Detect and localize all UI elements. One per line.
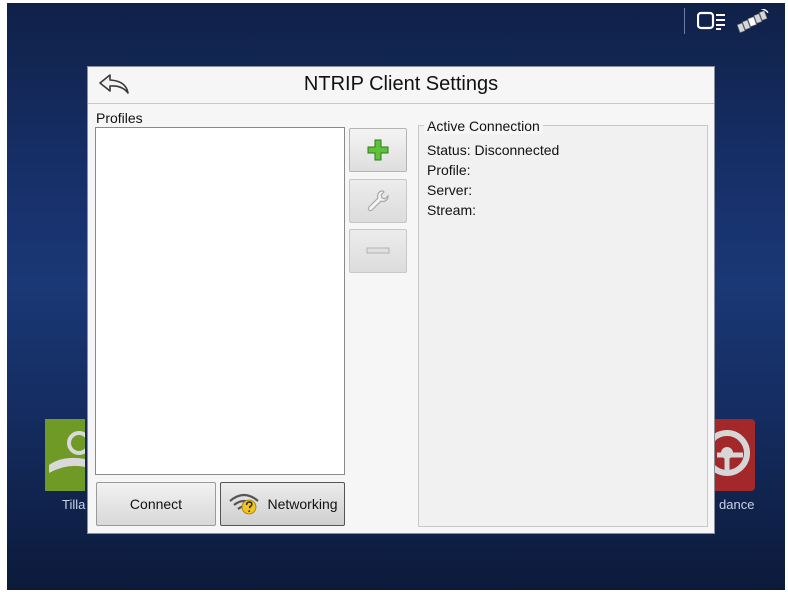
connection-server: Server:: [427, 182, 473, 198]
ntrip-settings-dialog: NTRIP Client Settings Profiles Active Co…: [87, 66, 715, 534]
connection-status: Status: Disconnected: [427, 142, 560, 158]
connect-button[interactable]: Connect: [96, 482, 216, 526]
guidance-app-tile[interactable]: [704, 419, 755, 491]
guidance-app-label: dance: [719, 497, 755, 512]
satellite-icon[interactable]: [735, 9, 773, 33]
remove-profile-button[interactable]: [349, 229, 407, 273]
display-icon[interactable]: [697, 10, 727, 32]
connect-button-label: Connect: [129, 496, 183, 512]
steering-wheel-icon: [704, 430, 750, 476]
status-divider: [684, 8, 685, 34]
profiles-label: Profiles: [96, 110, 143, 126]
tillage-app-tile[interactable]: [45, 419, 91, 491]
active-connection-legend: Active Connection: [424, 118, 543, 134]
tillage-icon: [49, 431, 91, 473]
profiles-list[interactable]: [95, 127, 345, 475]
tillage-app-label: Tilla: [62, 497, 86, 512]
add-profile-button[interactable]: [349, 128, 407, 172]
status-bar: [684, 8, 773, 34]
connection-profile: Profile:: [427, 162, 471, 178]
wrench-icon: [367, 190, 389, 212]
networking-button[interactable]: Networking: [220, 482, 345, 526]
wifi-question-icon: [229, 493, 260, 515]
minus-icon: [366, 247, 390, 254]
dialog-title: NTRIP Client Settings: [303, 73, 499, 95]
add-icon: [367, 139, 389, 161]
dialog-title-bar: NTRIP Client Settings: [88, 67, 714, 104]
networking-button-label: Networking: [267, 496, 338, 512]
connection-stream: Stream:: [427, 202, 477, 218]
edit-profile-button[interactable]: [349, 179, 407, 223]
